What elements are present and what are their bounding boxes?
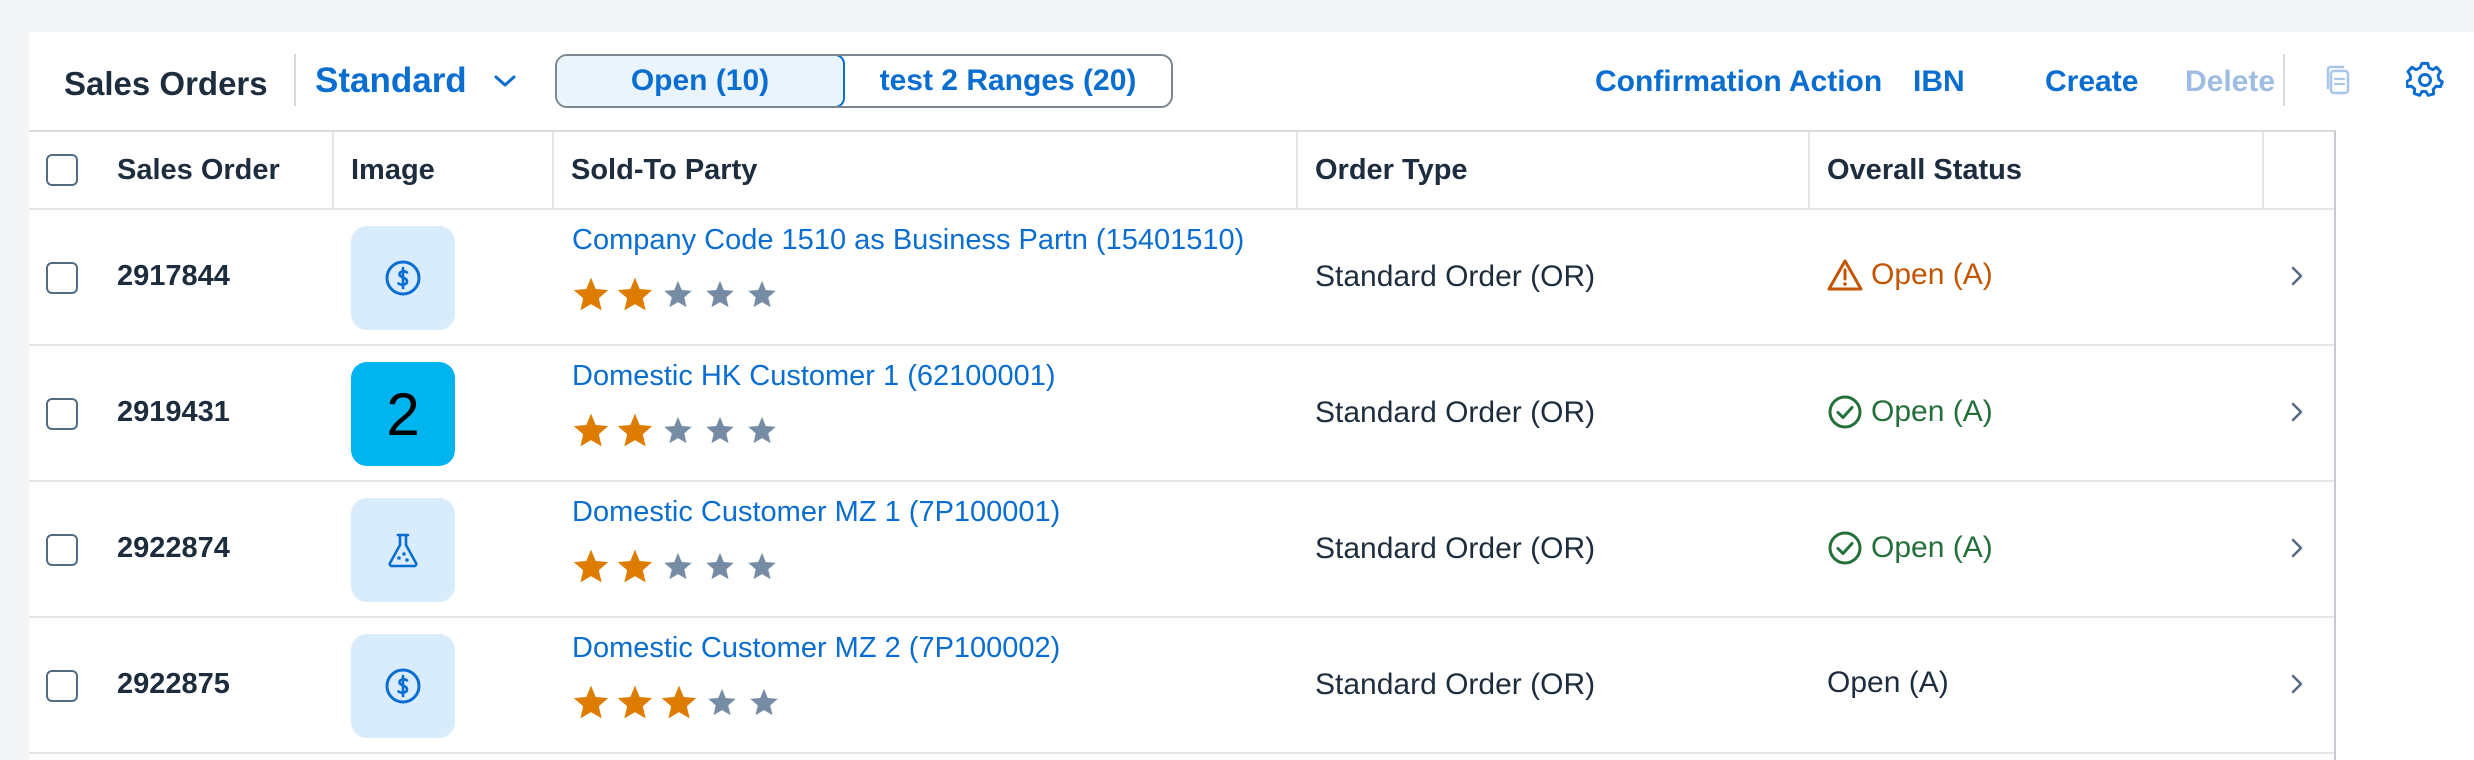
column-header-image[interactable]: Image xyxy=(333,132,435,208)
sales-order-number: 2919431 xyxy=(117,396,230,428)
rating-indicator xyxy=(572,412,786,448)
settings-gear-icon[interactable] xyxy=(2403,58,2447,102)
warning-icon xyxy=(1827,258,1863,292)
chevron-right-icon[interactable] xyxy=(2289,672,2305,696)
column-separator xyxy=(2262,132,2264,208)
star-filled-icon xyxy=(616,412,654,448)
status-text: Open (A) xyxy=(1871,395,1993,428)
table-row[interactable]: 2919431 2 Domestic HK Customer 1 (621000… xyxy=(29,346,2334,482)
variant-label: Standard xyxy=(315,61,467,100)
select-all-checkbox[interactable] xyxy=(46,154,78,186)
star-empty-icon xyxy=(663,551,693,581)
star-empty-icon xyxy=(705,279,735,309)
sold-to-party-link[interactable]: Domestic Customer MZ 1 (7P100001) xyxy=(572,496,1060,529)
sales-orders-table: Sales Order Image Sold-To Party Order Ty… xyxy=(29,130,2336,760)
star-empty-icon xyxy=(747,415,777,445)
image-initials: 2 xyxy=(386,380,420,448)
column-header-sold-to-party[interactable]: Sold-To Party xyxy=(553,132,757,208)
star-empty-icon xyxy=(663,279,693,309)
star-filled-icon xyxy=(572,412,610,448)
ibn-button[interactable]: IBN xyxy=(1913,62,1965,102)
table-toolbar: Sales Orders Standard Open (10) test 2 R… xyxy=(29,32,2474,130)
success-check-icon xyxy=(1827,530,1863,566)
star-filled-icon xyxy=(616,548,654,584)
title-separator xyxy=(294,54,296,106)
dollar-icon xyxy=(351,634,455,738)
overall-status: Open (A) xyxy=(1827,530,1993,566)
table-row[interactable]: 2922875 Domestic Customer MZ 2 (7P100002… xyxy=(29,618,2334,754)
row-checkbox[interactable] xyxy=(46,262,78,294)
status-text: Open (A) xyxy=(1871,258,1993,291)
column-header-overall-status[interactable]: Overall Status xyxy=(1809,132,2022,208)
sales-order-number: 2922874 xyxy=(117,532,230,564)
row-checkbox[interactable] xyxy=(46,398,78,430)
create-button[interactable]: Create xyxy=(2045,62,2138,102)
status-text: Open (A) xyxy=(1827,666,1949,699)
confirmation-action-button[interactable]: Confirmation Action xyxy=(1595,62,1882,102)
star-empty-icon xyxy=(707,687,737,717)
star-filled-icon xyxy=(616,276,654,312)
overall-status: Open (A) xyxy=(1827,666,1949,700)
segment-test-2-ranges[interactable]: test 2 Ranges (20) xyxy=(845,56,1171,106)
quick-filter-segmented: Open (10) test 2 Ranges (20) xyxy=(555,54,1173,108)
star-filled-icon xyxy=(572,548,610,584)
chevron-right-icon[interactable] xyxy=(2289,400,2305,424)
rating-indicator xyxy=(572,684,788,720)
column-header-order-type[interactable]: Order Type xyxy=(1297,132,1468,208)
star-filled-icon xyxy=(660,684,698,720)
chevron-right-icon[interactable] xyxy=(2289,264,2305,288)
delete-button[interactable]: Delete xyxy=(2185,62,2275,102)
order-type: Standard Order (OR) xyxy=(1315,260,1596,293)
sales-order-number: 2922875 xyxy=(117,668,230,700)
row-checkbox[interactable] xyxy=(46,534,78,566)
sales-order-number: 2917844 xyxy=(117,260,230,292)
sold-to-party-link[interactable]: Company Code 1510 as Business Partn (154… xyxy=(572,224,1244,257)
chevron-down-icon xyxy=(493,73,517,89)
table-row[interactable]: 2922874 Domestic Customer MZ 1 (7P100001… xyxy=(29,482,2334,618)
star-filled-icon xyxy=(572,684,610,720)
star-filled-icon xyxy=(616,684,654,720)
star-empty-icon xyxy=(747,551,777,581)
rating-indicator xyxy=(572,548,786,584)
overall-status: Open (A) xyxy=(1827,258,1993,292)
rating-indicator xyxy=(572,276,786,312)
order-type: Standard Order (OR) xyxy=(1315,668,1596,701)
status-text: Open (A) xyxy=(1871,531,1993,564)
star-empty-icon xyxy=(749,687,779,717)
star-empty-icon xyxy=(663,415,693,445)
star-filled-icon xyxy=(572,276,610,312)
table-header-row: Sales Order Image Sold-To Party Order Ty… xyxy=(29,132,2334,210)
table-title: Sales Orders xyxy=(64,65,268,102)
sold-to-party-link[interactable]: Domestic Customer MZ 2 (7P100002) xyxy=(572,632,1060,665)
star-empty-icon xyxy=(747,279,777,309)
toolbar-separator xyxy=(2283,54,2285,106)
table-row[interactable]: 2917844 Company Code 1510 as Business Pa… xyxy=(29,210,2334,346)
sold-to-party-link[interactable]: Domestic HK Customer 1 (62100001) xyxy=(572,360,1056,393)
order-type: Standard Order (OR) xyxy=(1315,532,1596,565)
order-type: Standard Order (OR) xyxy=(1315,396,1596,429)
copy-icon[interactable] xyxy=(2317,58,2361,102)
star-empty-icon xyxy=(705,551,735,581)
chevron-right-icon[interactable] xyxy=(2289,536,2305,560)
star-empty-icon xyxy=(705,415,735,445)
column-header-sales-order[interactable]: Sales Order xyxy=(99,132,280,208)
overall-status: Open (A) xyxy=(1827,394,1993,430)
segment-open[interactable]: Open (10) xyxy=(557,56,845,106)
image-initials-tile: 2 xyxy=(351,362,455,466)
variant-selector[interactable]: Standard xyxy=(315,56,517,106)
flask-icon xyxy=(351,498,455,602)
dollar-icon xyxy=(351,226,455,330)
success-check-icon xyxy=(1827,394,1863,430)
sales-orders-panel: Sales Orders Standard Open (10) test 2 R… xyxy=(29,32,2474,760)
row-checkbox[interactable] xyxy=(46,670,78,702)
